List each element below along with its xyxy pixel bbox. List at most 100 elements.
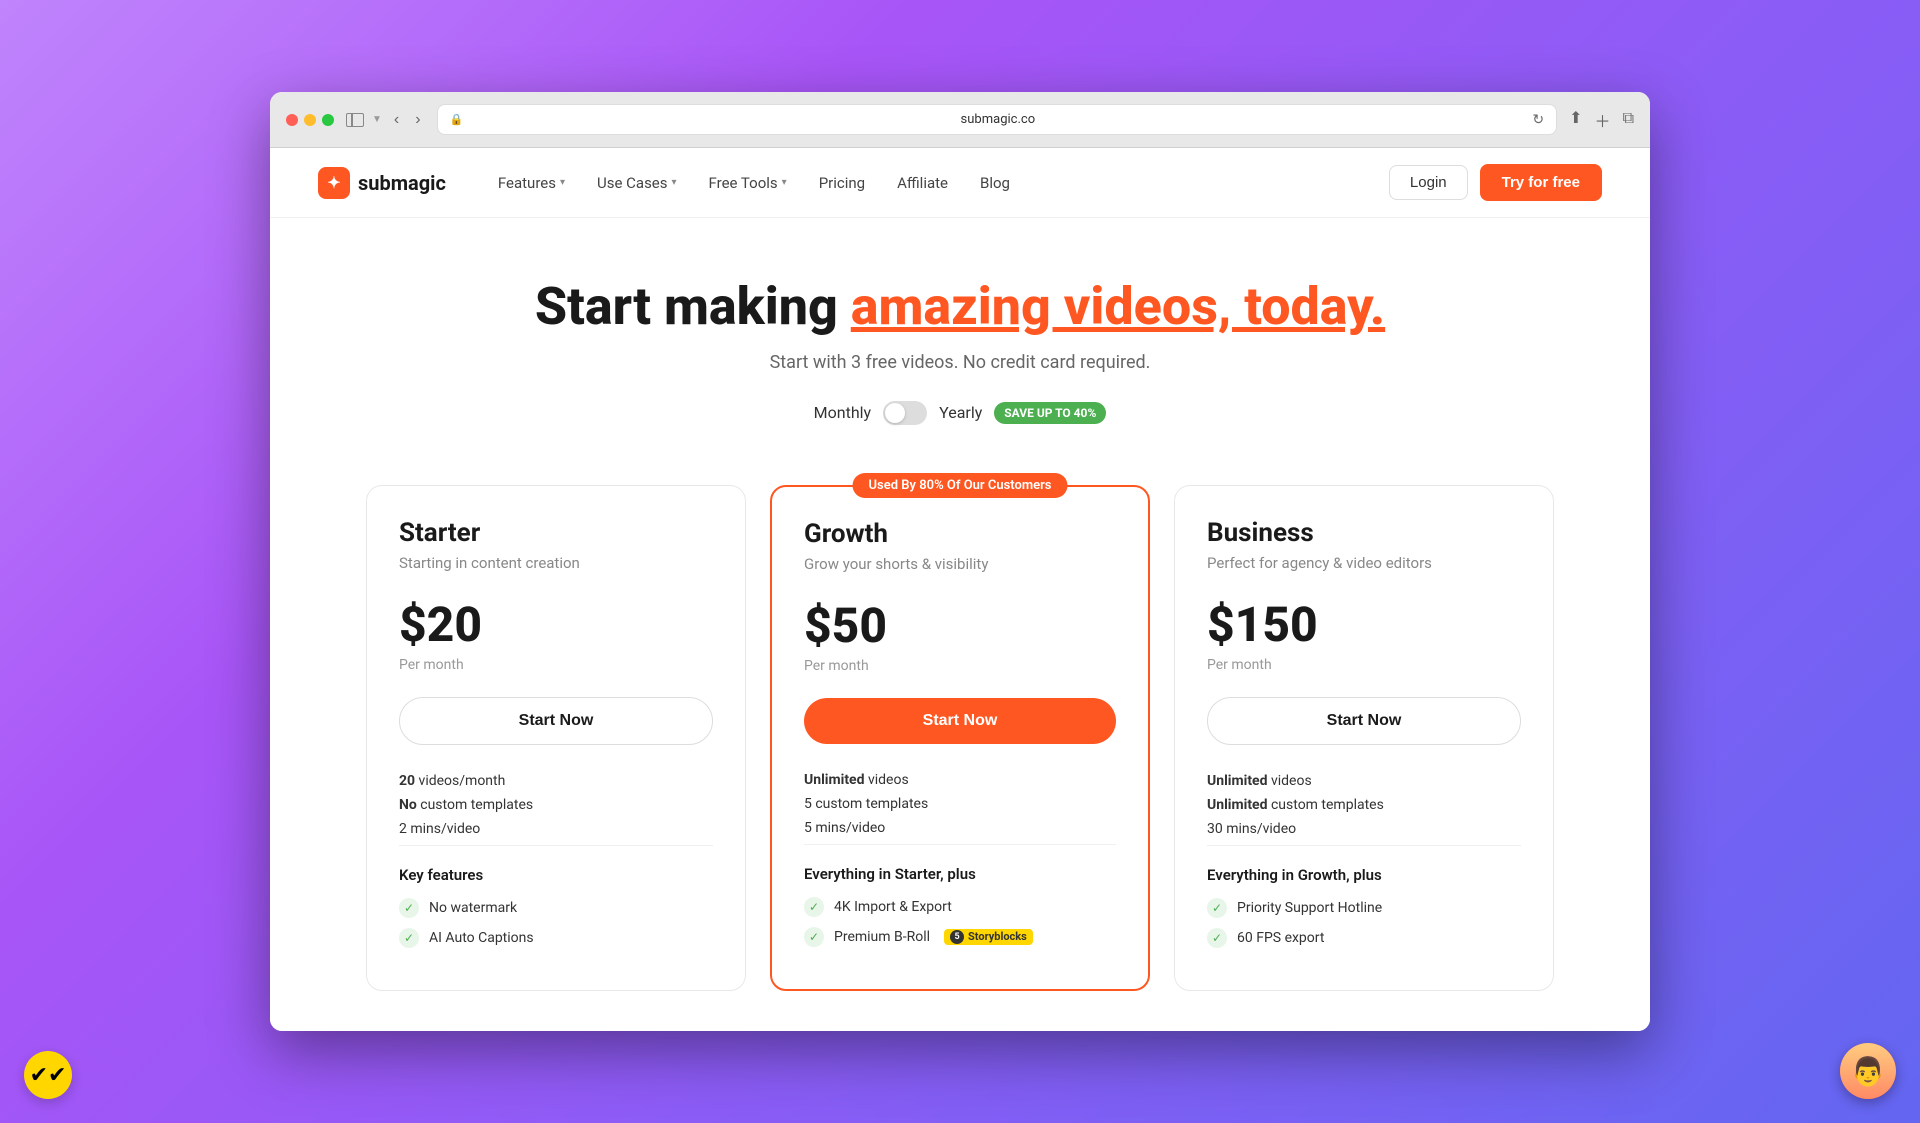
growth-plan-price: $50 [804, 597, 1116, 654]
logo-icon: ✦ [318, 167, 350, 199]
chevron-down-icon: ▾ [672, 177, 677, 188]
billing-yearly-label: Yearly [939, 403, 982, 422]
save-badge: SAVE UP TO 40% [994, 402, 1106, 424]
logo-symbol: ✦ [327, 173, 340, 192]
nav-item-blog[interactable]: Blog [968, 166, 1022, 200]
browser-window: ▼ ‹ › 🔒 submagic.co ↻ ⬆ ＋ ⧉ ✦ submagic [270, 92, 1650, 1030]
login-button[interactable]: Login [1389, 165, 1468, 200]
browser-actions: ⬆ ＋ ⧉ [1569, 108, 1634, 132]
starter-feature-2: ✓ AI Auto Captions [399, 928, 713, 948]
growth-start-button[interactable]: Start Now [804, 698, 1116, 744]
plan-growth: Used By 80% Of Our Customers Growth Grow… [770, 485, 1150, 991]
logo[interactable]: ✦ submagic [318, 167, 446, 199]
hero-title-static: Start making [535, 276, 851, 337]
business-stat-3: 30 mins/video [1207, 821, 1521, 837]
business-feature-2-text: 60 FPS export [1237, 930, 1324, 946]
starter-stat-2: No custom templates [399, 797, 713, 813]
lock-icon: 🔒 [450, 113, 464, 126]
storyblocks-num: 5 [950, 930, 964, 944]
nav-item-features[interactable]: Features ▾ [486, 166, 577, 200]
chevron-down-icon: ▼ [372, 114, 382, 125]
growth-stat-3: 5 mins/video [804, 820, 1116, 836]
nav-item-pricing[interactable]: Pricing [807, 166, 877, 200]
starter-features-label: Key features [399, 866, 713, 884]
check-icon: ✓ [399, 898, 419, 918]
logo-text: submagic [358, 171, 446, 195]
growth-stat-1: Unlimited videos [804, 772, 1116, 788]
growth-plan-name: Growth [804, 519, 1116, 549]
business-stat-1: Unlimited videos [1207, 773, 1521, 789]
plan-starter: Starter Starting in content creation $20… [366, 485, 746, 991]
business-plan-price: $150 [1207, 596, 1521, 653]
try-for-free-button[interactable]: Try for free [1480, 164, 1602, 201]
starter-stat-1: 20 videos/month [399, 773, 713, 789]
starter-plan-name: Starter [399, 518, 713, 548]
check-icon: ✓ [1207, 898, 1227, 918]
sidebar-toggle-icon[interactable] [346, 113, 364, 127]
support-avatar-button[interactable]: 👨 [1840, 1043, 1896, 1099]
starter-feature-1-text: No watermark [429, 900, 517, 916]
url-display: submagic.co [469, 112, 1526, 127]
toggle-knob [885, 403, 905, 423]
growth-feature-1-text: 4K Import & Export [834, 899, 952, 915]
billing-monthly-label: Monthly [814, 403, 871, 422]
starter-feature-2-text: AI Auto Captions [429, 930, 534, 946]
nav-label-pricing: Pricing [819, 174, 865, 192]
starter-plan-period: Per month [399, 657, 713, 673]
storyblocks-badge: 5 Storyblocks [944, 929, 1033, 945]
tabs-icon[interactable]: ⧉ [1623, 108, 1634, 132]
nav-item-use-cases[interactable]: Use Cases ▾ [585, 166, 689, 200]
nav-label-free-tools: Free Tools [709, 174, 778, 192]
nav-label-affiliate: Affiliate [897, 174, 948, 192]
page-content: ✦ submagic Features ▾ Use Cases ▾ Free T… [270, 148, 1650, 1030]
hero-section: Start making amazing videos, today. Star… [270, 218, 1650, 464]
plan-business: Business Perfect for agency & video edit… [1174, 485, 1554, 991]
address-bar[interactable]: 🔒 submagic.co ↻ [437, 104, 1558, 135]
refresh-button[interactable]: ↻ [1532, 111, 1544, 128]
business-plan-desc: Perfect for agency & video editors [1207, 554, 1521, 572]
hero-subtitle: Start with 3 free videos. No credit card… [318, 352, 1602, 373]
growth-plan-desc: Grow your shorts & visibility [804, 555, 1116, 573]
check-icon: ✓ [804, 927, 824, 947]
traffic-lights [286, 114, 334, 126]
starter-plan-price: $20 [399, 596, 713, 653]
growth-feature-2: ✓ Premium B-Roll 5 Storyblocks [804, 927, 1116, 947]
check-icon: ✓ [1207, 928, 1227, 948]
new-tab-icon[interactable]: ＋ [1595, 108, 1611, 132]
hero-title: Start making amazing videos, today. [318, 278, 1602, 335]
check-icon: ✓ [399, 928, 419, 948]
business-stat-2: Unlimited custom templates [1207, 797, 1521, 813]
pricing-section: Starter Starting in content creation $20… [270, 465, 1650, 1031]
business-plan-name: Business [1207, 518, 1521, 548]
nav-item-free-tools[interactable]: Free Tools ▾ [697, 166, 799, 200]
growth-feature-1: ✓ 4K Import & Export [804, 897, 1116, 917]
growth-plan-period: Per month [804, 658, 1116, 674]
navbar: ✦ submagic Features ▾ Use Cases ▾ Free T… [270, 148, 1650, 218]
chat-bubble-button[interactable]: ✔✔ [24, 1051, 72, 1099]
business-feature-1-text: Priority Support Hotline [1237, 900, 1382, 916]
minimize-button[interactable] [304, 114, 316, 126]
maximize-button[interactable] [322, 114, 334, 126]
browser-controls: ▼ ‹ › [346, 109, 425, 131]
chevron-down-icon: ▾ [560, 177, 565, 188]
business-feature-1: ✓ Priority Support Hotline [1207, 898, 1521, 918]
nav-label-features: Features [498, 174, 556, 192]
starter-start-button[interactable]: Start Now [399, 697, 713, 745]
nav-actions: Login Try for free [1389, 164, 1602, 201]
back-button[interactable]: ‹ [390, 109, 403, 131]
growth-features-label: Everything in Starter, plus [804, 865, 1116, 883]
starter-feature-1: ✓ No watermark [399, 898, 713, 918]
growth-feature-2-text: Premium B-Roll [834, 929, 930, 945]
storyblocks-label: Storyblocks [968, 930, 1027, 943]
business-start-button[interactable]: Start Now [1207, 697, 1521, 745]
business-plan-period: Per month [1207, 657, 1521, 673]
share-icon[interactable]: ⬆ [1569, 108, 1582, 132]
billing-toggle-switch[interactable] [883, 401, 927, 425]
nav-item-affiliate[interactable]: Affiliate [885, 166, 960, 200]
forward-button[interactable]: › [411, 109, 424, 131]
avatar-image: 👨 [1840, 1043, 1896, 1099]
browser-chrome: ▼ ‹ › 🔒 submagic.co ↻ ⬆ ＋ ⧉ [270, 92, 1650, 148]
growth-stat-2: 5 custom templates [804, 796, 1116, 812]
close-button[interactable] [286, 114, 298, 126]
featured-badge: Used By 80% Of Our Customers [853, 473, 1068, 498]
